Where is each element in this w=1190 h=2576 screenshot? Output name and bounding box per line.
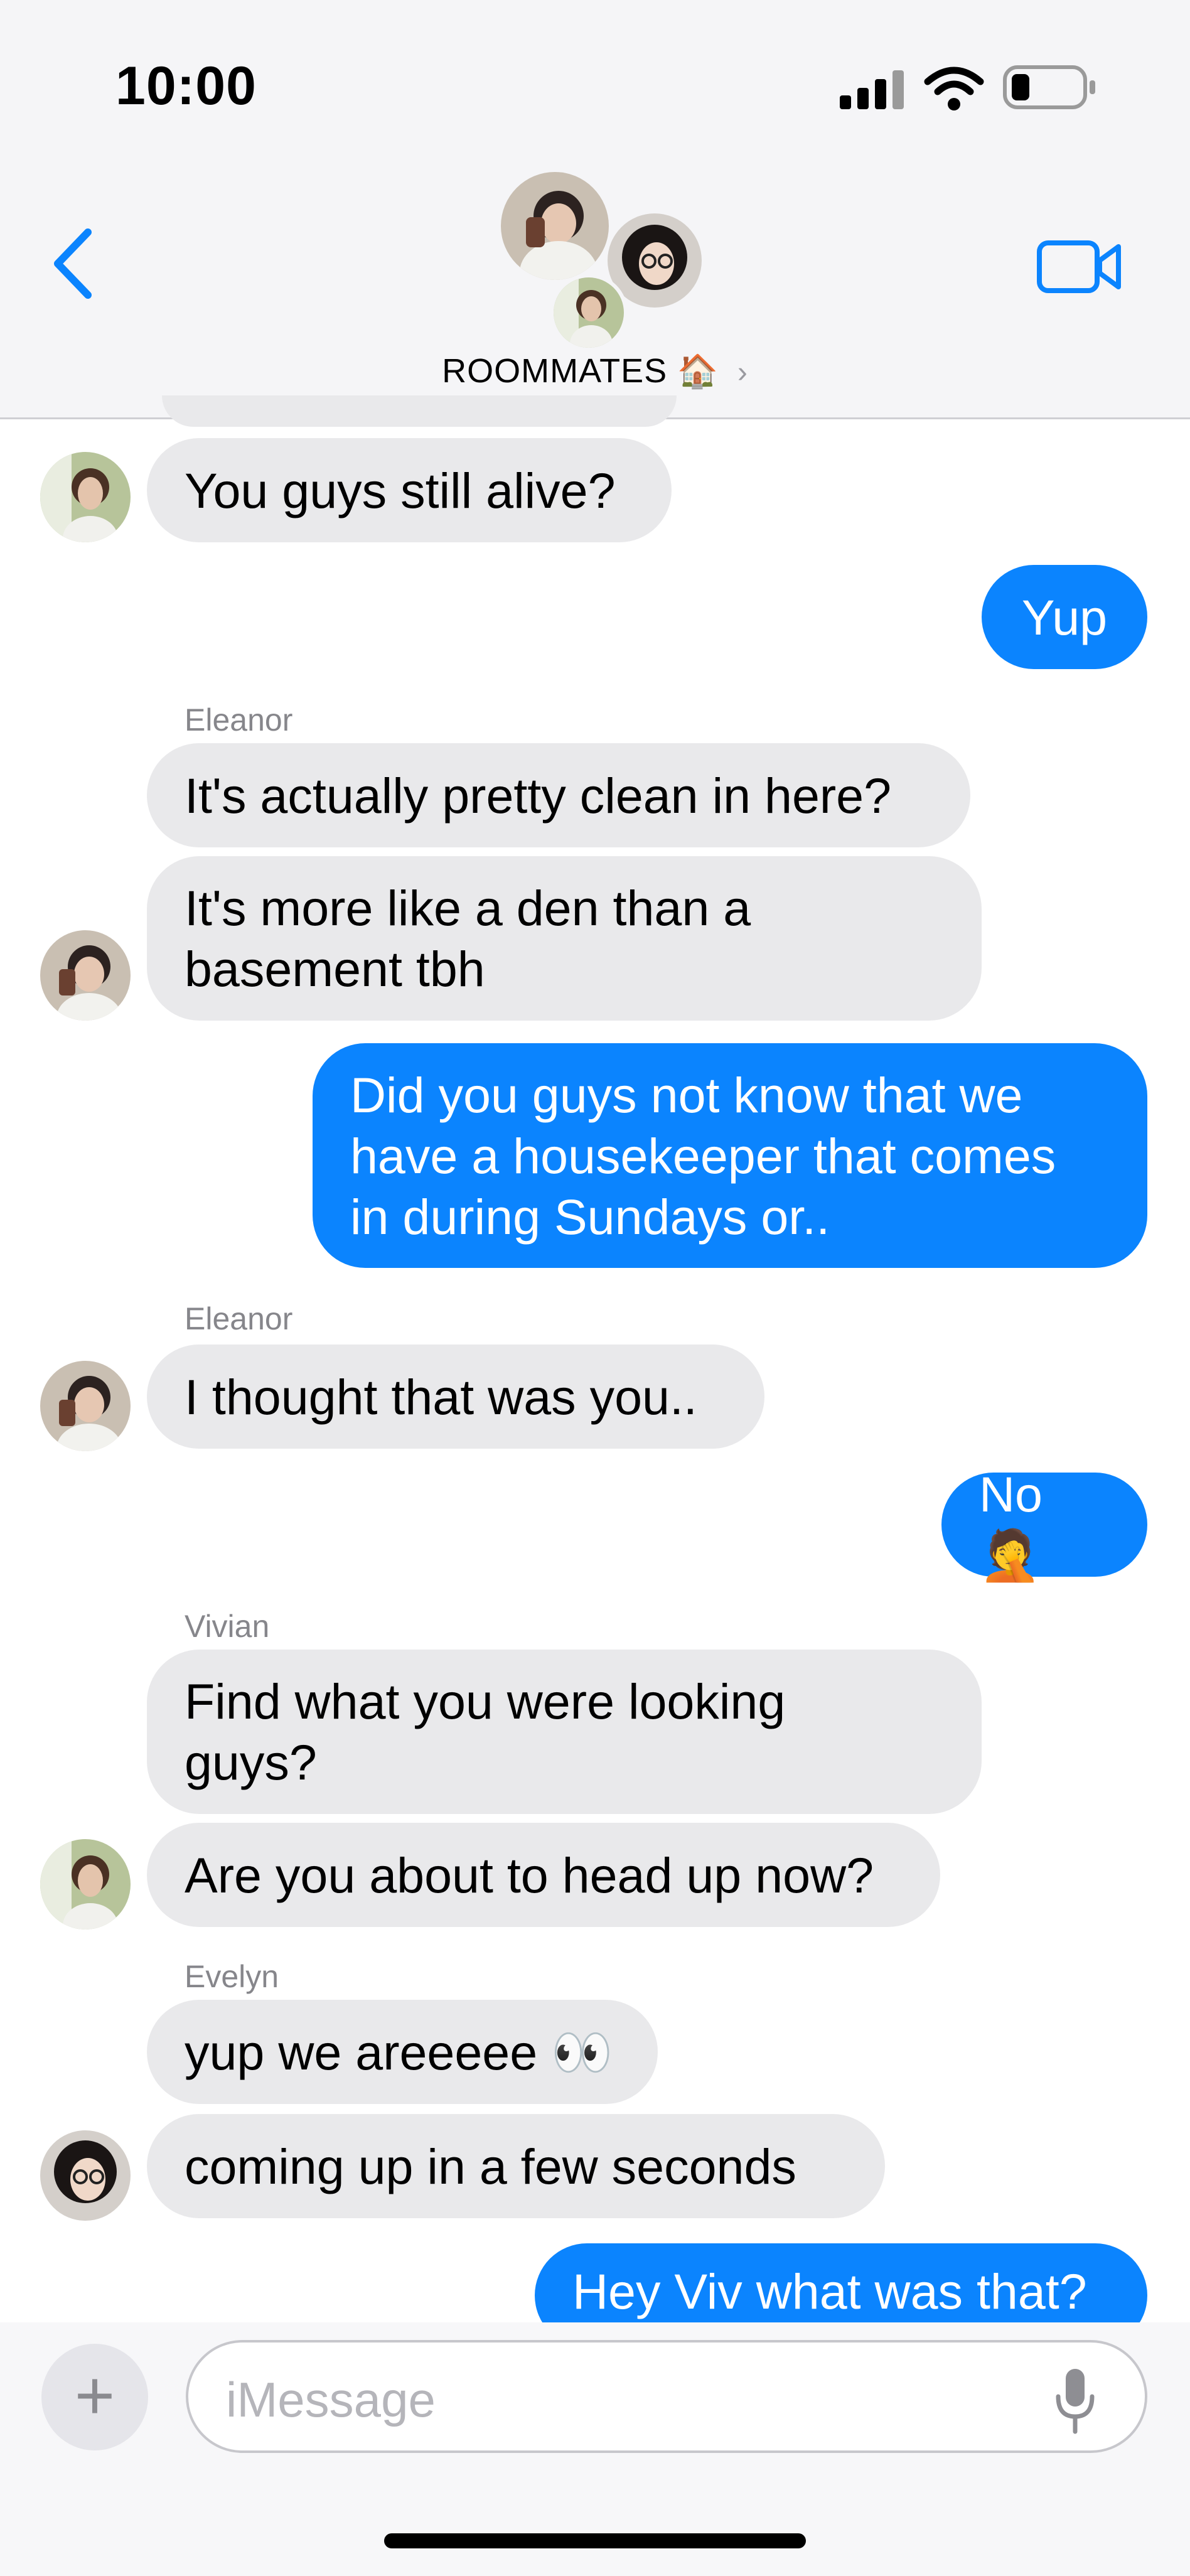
message-text: guys? [185,1734,317,1790]
message-text: It's actually pretty clean in here? [185,767,892,824]
video-camera-icon[interactable] [1036,235,1123,298]
battery-icon [1003,65,1095,109]
avatar[interactable] [40,1361,131,1451]
signal-icon [840,70,904,109]
message-text: Find what you were looking [185,1673,786,1729]
home-indicator[interactable] [384,2533,806,2548]
chevron-right-icon: › [737,356,748,389]
avatar[interactable] [40,930,131,1021]
message-bubble-incoming[interactable]: It's more like a den than a basement tbh [147,856,982,1021]
status-time: 10:00 [115,56,257,116]
message-text: You guys still alive? [185,462,616,518]
message-text: yup we areeeee 👀 [185,2024,613,2080]
message-input[interactable]: iMessage [186,2340,1147,2453]
message-bubble-incoming[interactable]: yup we areeeee 👀 [147,2000,658,2104]
message-text: Are you about to head up now? [185,1847,874,1903]
group-name: ROOMMATES [442,352,668,390]
message-text: Hey Viv what was that? [572,2263,1087,2319]
plus-button[interactable]: + [41,2344,148,2450]
avatar[interactable] [40,2130,131,2221]
sender-name: Vivian [185,1609,270,1644]
group-avatar-1[interactable] [497,168,613,284]
sender-name: Eleanor [185,702,293,738]
message-text: in during Sundays or.. [350,1188,830,1245]
group-title[interactable]: ROOMMATES 🏠 › [0,352,1190,390]
message-text: It's more like a den than a [185,880,751,936]
message-bubble-incoming[interactable]: You guys still alive? [147,438,672,542]
previous-bubble-edge [162,395,677,427]
message-text: have a housekeeper that comes [350,1127,1056,1184]
message-bubble-incoming[interactable]: coming up in a few seconds [147,2114,885,2218]
house-emoji: 🏠 [677,353,719,390]
message-bubble-incoming[interactable]: Are you about to head up now? [147,1823,940,1927]
sender-name: Eleanor [185,1301,293,1336]
message-text: I thought that was you.. [185,1368,697,1425]
message-bubble-incoming[interactable]: Find what you were looking guys? [147,1650,982,1814]
message-input-placeholder: iMessage [226,2372,436,2427]
message-bubble-incoming[interactable]: It's actually pretty clean in here? [147,743,970,847]
group-avatar-3[interactable] [550,274,628,352]
message-text: Yup [1021,589,1108,645]
wifi-icon [924,67,984,110]
avatar[interactable] [40,1839,131,1929]
sender-name: Evelyn [185,1959,279,1994]
message-bubble-outgoing[interactable]: Did you guys not know that we have a hou… [313,1043,1147,1268]
message-bubble-incoming[interactable]: I thought that was you.. [147,1344,764,1449]
message-text: coming up in a few seconds [185,2138,796,2194]
microphone-icon[interactable] [1053,2366,1097,2435]
avatar[interactable] [40,452,131,542]
message-text: No 🤦 [979,1466,1043,1583]
message-text: basement tbh [185,941,485,997]
message-bubble-outgoing[interactable]: No 🤦 [941,1466,1147,1583]
message-bubble-outgoing[interactable]: Yup [982,565,1147,669]
message-text: Did you guys not know that we [350,1066,1023,1123]
back-chevron-icon[interactable] [44,226,107,301]
